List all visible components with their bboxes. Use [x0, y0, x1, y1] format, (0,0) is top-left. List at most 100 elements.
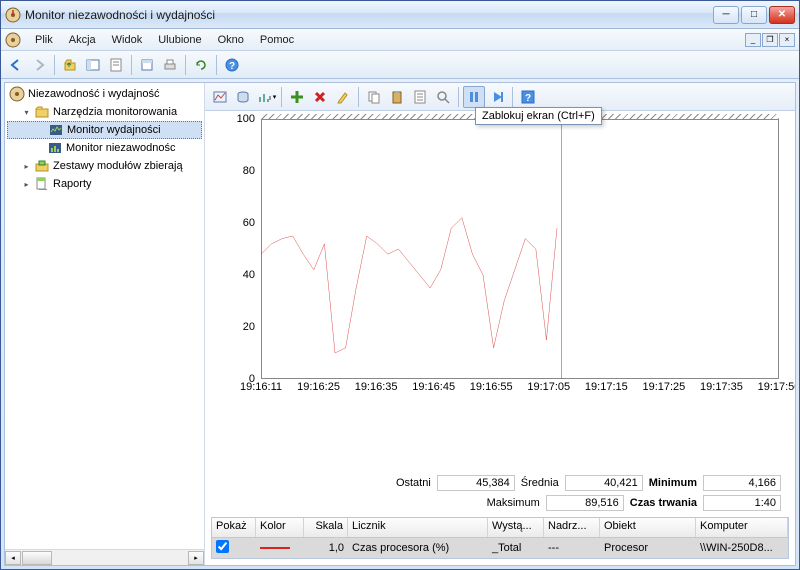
paste-button[interactable] — [386, 86, 408, 108]
y-tick-label: 80 — [243, 165, 255, 177]
view-current-button[interactable] — [209, 86, 231, 108]
menu-window[interactable]: Okno — [210, 32, 252, 48]
main-panel: ▾ ? Zablokuj ekran (Ctrl+F) — [205, 83, 795, 565]
zoom-button[interactable] — [432, 86, 454, 108]
tree-label: Monitor wydajności — [67, 124, 161, 136]
toolbar-separator — [458, 87, 459, 107]
up-button[interactable] — [59, 54, 81, 76]
mdi-controls: _ ❐ × — [745, 33, 795, 47]
collapse-icon[interactable]: ▾ — [21, 107, 32, 118]
cell-show[interactable] — [212, 539, 256, 557]
y-tick-label: 20 — [243, 321, 255, 333]
tree-reliability-monitor[interactable]: Monitor niezawodnośc — [7, 139, 202, 157]
svg-text:?: ? — [525, 93, 531, 104]
chart-svg — [261, 119, 779, 379]
cell-parent: --- — [544, 541, 600, 555]
menu-view[interactable]: Widok — [104, 32, 151, 48]
menu-action[interactable]: Akcja — [61, 32, 104, 48]
svg-text:?: ? — [229, 61, 235, 72]
col-counter[interactable]: Licznik — [348, 518, 488, 537]
copy-button[interactable] — [363, 86, 385, 108]
tree-content[interactable]: Niezawodność i wydajność ▾ Narzędzia mon… — [5, 83, 204, 549]
close-button[interactable]: ✕ — [769, 6, 795, 24]
scroll-right-button[interactable]: ▸ — [188, 551, 204, 565]
properties-button[interactable] — [409, 86, 431, 108]
properties-button[interactable] — [105, 54, 127, 76]
update-button[interactable] — [486, 86, 508, 108]
forward-button[interactable] — [28, 54, 50, 76]
scroll-left-button[interactable]: ◂ — [5, 551, 21, 565]
counter-table: Pokaż Kolor Skala Licznik Wystą... Nadrz… — [211, 517, 789, 559]
menu-favorites[interactable]: Ulubione — [150, 32, 209, 48]
x-tick-label: 19:17:35 — [700, 381, 743, 393]
col-instance[interactable]: Wystą... — [488, 518, 544, 537]
menu-file[interactable]: Plik — [27, 32, 61, 48]
mdi-close[interactable]: × — [779, 33, 795, 47]
print-button[interactable] — [159, 54, 181, 76]
x-tick-label: 19:17:15 — [585, 381, 628, 393]
x-tick-label: 19:16:11 — [240, 381, 282, 393]
y-tick-label: 40 — [243, 269, 255, 281]
x-tick-label: 19:16:25 — [297, 381, 340, 393]
tree-label: Monitor niezawodnośc — [66, 142, 175, 154]
collector-icon — [34, 158, 50, 174]
tooltip: Zablokuj ekran (Ctrl+F) — [475, 107, 602, 125]
cell-instance: _Total — [488, 541, 544, 555]
col-computer[interactable]: Komputer — [696, 518, 788, 537]
freeze-button[interactable] — [463, 86, 485, 108]
tree-panel: Niezawodność i wydajność ▾ Narzędzia mon… — [5, 83, 205, 565]
chart-box[interactable]: 020406080100 19:16:1119:16:2519:16:3519:… — [213, 119, 783, 379]
menubar: Plik Akcja Widok Ulubione Okno Pomoc _ ❐… — [1, 29, 799, 51]
window-title: Monitor niezawodności i wydajności — [25, 8, 713, 22]
tree-root[interactable]: Niezawodność i wydajność — [7, 85, 202, 103]
help-button[interactable]: ? — [221, 54, 243, 76]
tree-collector-sets[interactable]: ▸ Zestawy modułów zbierają — [7, 157, 202, 175]
view-log-button[interactable] — [232, 86, 254, 108]
maximize-button[interactable]: □ — [741, 6, 767, 24]
mdi-minimize[interactable]: _ — [745, 33, 761, 47]
app-window: Monitor niezawodności i wydajności ─ □ ✕… — [0, 0, 800, 570]
x-tick-label: 19:16:45 — [412, 381, 455, 393]
cell-color — [256, 541, 304, 555]
chart-toolbar: ▾ ? Zablokuj ekran (Ctrl+F) — [205, 83, 795, 111]
scroll-thumb[interactable] — [22, 551, 52, 565]
highlight-button[interactable] — [332, 86, 354, 108]
delete-counter-button[interactable] — [309, 86, 331, 108]
table-header[interactable]: Pokaż Kolor Skala Licznik Wystą... Nadrz… — [212, 518, 788, 538]
min-value: 4,166 — [703, 475, 781, 491]
minimize-button[interactable]: ─ — [713, 6, 739, 24]
refresh-button[interactable] — [190, 54, 212, 76]
show-hide-tree-button[interactable] — [82, 54, 104, 76]
add-counter-button[interactable] — [286, 86, 308, 108]
export-button[interactable] — [136, 54, 158, 76]
dur-label: Czas trwania — [630, 497, 697, 509]
horizontal-scrollbar[interactable]: ◂ ▸ — [5, 549, 204, 565]
cell-scale: 1,0 — [304, 541, 348, 555]
folder-icon — [34, 104, 50, 120]
toolbar-separator — [185, 55, 186, 75]
col-scale[interactable]: Skala — [304, 518, 348, 537]
table-row[interactable]: 1,0 Czas procesora (%) _Total --- Proces… — [212, 538, 788, 558]
chart-type-button[interactable]: ▾ — [255, 86, 277, 108]
mdi-restore[interactable]: ❐ — [762, 33, 778, 47]
col-parent[interactable]: Nadrz... — [544, 518, 600, 537]
last-value: 45,384 — [437, 475, 515, 491]
menu-help[interactable]: Pomoc — [252, 32, 302, 48]
col-show[interactable]: Pokaż — [212, 518, 256, 537]
tree-tools[interactable]: ▾ Narzędzia monitorowania — [7, 103, 202, 121]
avg-label: Średnia — [521, 477, 559, 489]
expand-icon[interactable]: ▸ — [21, 161, 32, 172]
titlebar[interactable]: Monitor niezawodności i wydajności ─ □ ✕ — [1, 1, 799, 29]
help-button[interactable]: ? — [517, 86, 539, 108]
col-object[interactable]: Obiekt — [600, 518, 696, 537]
expand-icon[interactable]: ▸ — [21, 179, 32, 190]
back-button[interactable] — [5, 54, 27, 76]
gauge-icon — [9, 86, 25, 102]
window-controls: ─ □ ✕ — [713, 6, 795, 24]
show-checkbox[interactable] — [216, 540, 229, 553]
col-color[interactable]: Kolor — [256, 518, 304, 537]
stats-row-2: Maksimum 89,516 Czas trwania 1:40 — [205, 493, 795, 513]
x-tick-label: 19:17:25 — [642, 381, 685, 393]
tree-reports[interactable]: ▸ Raporty — [7, 175, 202, 193]
tree-perf-monitor[interactable]: Monitor wydajności — [7, 121, 202, 139]
